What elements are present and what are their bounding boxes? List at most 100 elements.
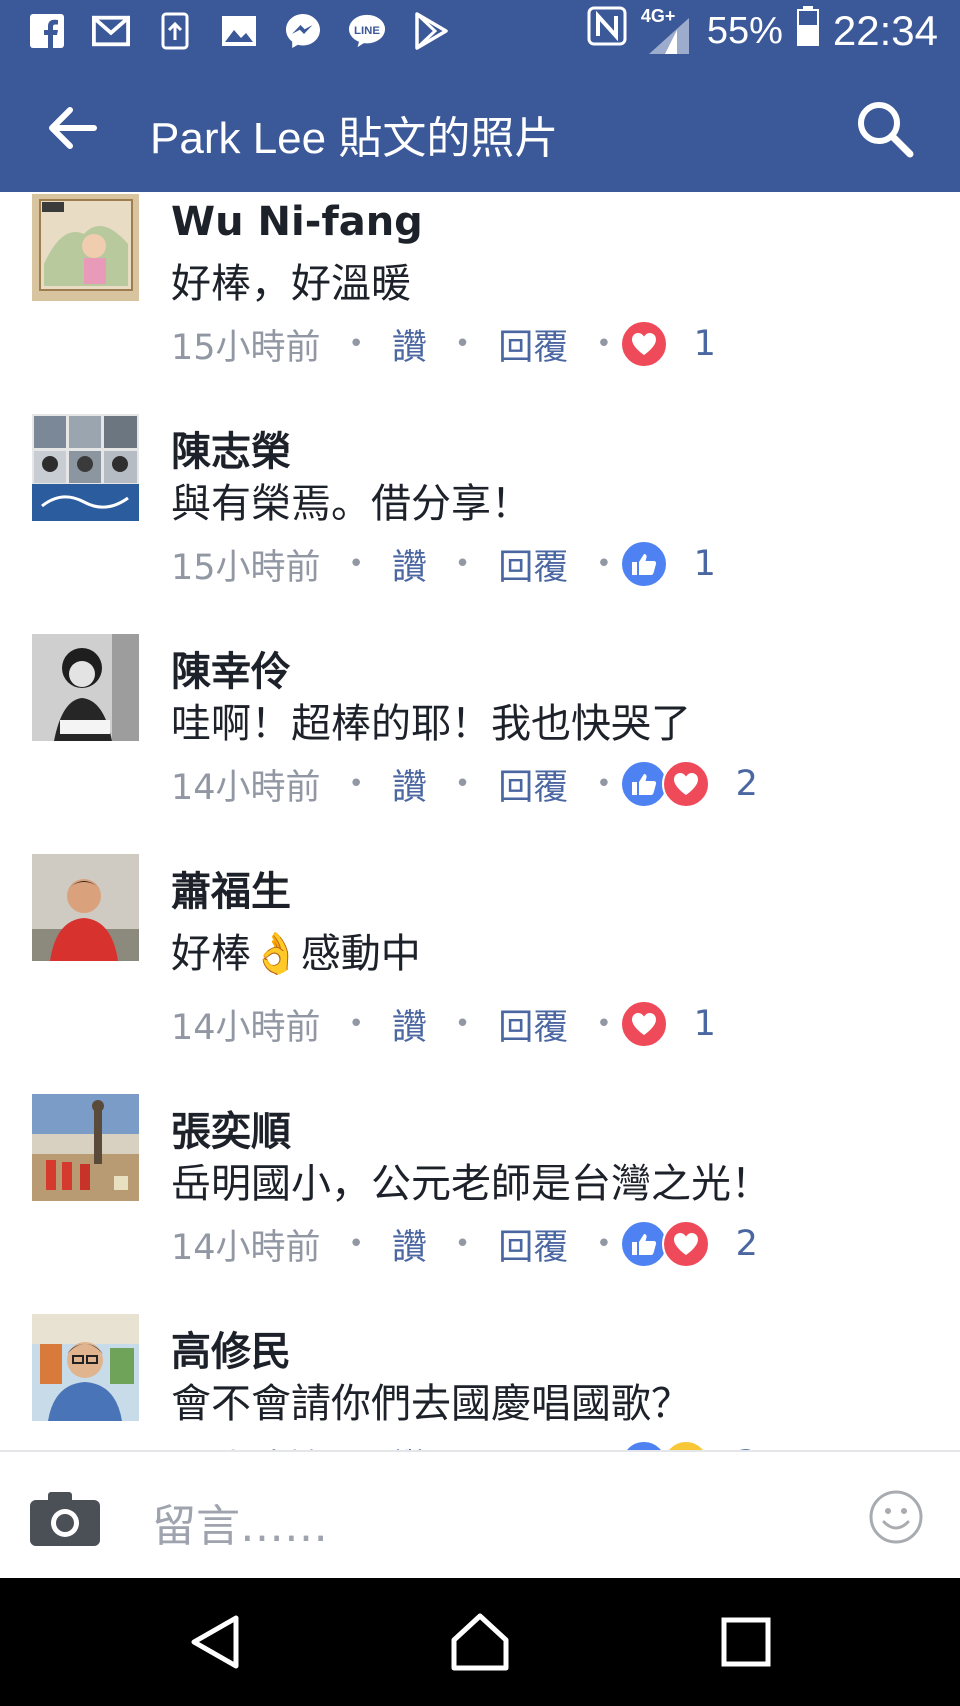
reaction-count[interactable]: 1 [694, 1004, 716, 1044]
reaction-count[interactable]: 1 [694, 544, 716, 584]
comment-meta: 14小時前 • 讚 • 回覆 • 3 [171, 1439, 758, 1450]
comment-input[interactable]: 留言…… [152, 1490, 328, 1554]
clock: 22:34 [832, 7, 938, 54]
commenter-name[interactable]: 陳幸伶 [171, 639, 291, 697]
comment-text: 哇啊！超棒的耶！我也快哭了 [171, 701, 691, 747]
avatar[interactable] [32, 854, 139, 961]
notification-icons: LINE [28, 12, 450, 50]
like-button[interactable]: 讚 [392, 1219, 427, 1270]
comment-item: 張奕順 岳明國小，公元老師是台灣之光！ 14小時前 • 讚 • 回覆 • 2 [0, 1089, 960, 1309]
separator-dot: • [454, 329, 471, 359]
comment-time[interactable]: 15小時前 [171, 319, 321, 370]
gmail-icon [92, 12, 130, 50]
nav-recents-icon[interactable] [714, 1610, 778, 1674]
like-button[interactable]: 讚 [392, 539, 427, 590]
emoji-icon[interactable] [868, 1489, 924, 1545]
like-reaction-icon [619, 1440, 668, 1450]
back-arrow-icon[interactable] [44, 100, 100, 156]
reaction-count[interactable]: 1 [694, 324, 716, 364]
reply-button[interactable]: 回覆 [498, 319, 568, 370]
signal-icon: 4G+ [641, 6, 693, 54]
love-reaction-icon [619, 320, 668, 368]
like-button[interactable]: 讚 [392, 319, 427, 370]
separator-dot: • [348, 1229, 364, 1259]
avatar[interactable] [32, 194, 139, 301]
comment-item: 蕭福生 好棒👌感動中 14小時前 • 讚 • 回覆 • 1 [0, 849, 960, 1069]
like-reaction-icon [619, 1220, 668, 1268]
comments-list[interactable]: Wu Ni-fang 好棒，好溫暖 15小時前 • 讚 • 回覆 • 1 陳志榮… [0, 192, 960, 1450]
commenter-name[interactable]: 高修民 [171, 1319, 291, 1377]
separator-dot: • [348, 329, 364, 359]
reaction-count[interactable]: 2 [736, 764, 758, 804]
like-button[interactable]: 讚 [392, 999, 427, 1050]
reply-button[interactable]: 回覆 [498, 539, 568, 590]
like-button[interactable]: 讚 [392, 1439, 427, 1451]
reactions[interactable] [619, 540, 668, 588]
separator-dot: • [454, 1009, 471, 1039]
svg-text:LINE: LINE [354, 25, 380, 37]
comment-text: 岳明國小，公元老師是台灣之光！ [171, 1161, 771, 1207]
reply-button[interactable]: 回覆 [498, 759, 568, 810]
upload-icon [156, 12, 194, 50]
commenter-name[interactable]: 陳志榮 [171, 419, 291, 477]
separator-dot: • [596, 769, 612, 799]
comment-time[interactable]: 14小時前 [171, 759, 321, 810]
love-reaction-icon [619, 1000, 668, 1048]
separator-dot: • [454, 1229, 471, 1259]
status-bar: LINE 4G+ 55% 22:34 [0, 0, 960, 62]
reply-button[interactable]: 回覆 [498, 1219, 568, 1270]
facebook-icon [28, 12, 66, 50]
reactions[interactable] [619, 760, 710, 808]
love-reaction-icon [661, 760, 710, 808]
battery-percent: 55% [706, 9, 783, 52]
like-button[interactable]: 讚 [392, 759, 427, 810]
commenter-name[interactable]: 張奕順 [171, 1099, 291, 1157]
commenter-name[interactable]: 蕭福生 [171, 859, 291, 917]
gallery-icon [220, 12, 258, 50]
nav-back-icon[interactable] [184, 1610, 248, 1674]
play-store-icon [412, 12, 450, 50]
comment-meta: 14小時前 • 讚 • 回覆 • 1 [171, 999, 716, 1049]
avatar[interactable] [32, 1094, 139, 1201]
comment-time[interactable]: 14小時前 [171, 1439, 321, 1451]
avatar[interactable] [32, 634, 139, 741]
avatar[interactable] [32, 1314, 139, 1421]
separator-dot: • [596, 549, 612, 579]
nav-home-icon[interactable] [448, 1610, 512, 1674]
comment-time[interactable]: 14小時前 [171, 1219, 321, 1270]
commenter-name[interactable]: Wu Ni-fang [171, 199, 423, 245]
separator-dot: • [454, 549, 471, 579]
comment-meta: 15小時前 • 讚 • 回覆 • 1 [171, 319, 716, 369]
reactions[interactable] [619, 1220, 710, 1268]
comment-time[interactable]: 14小時前 [171, 999, 321, 1050]
reactions[interactable] [619, 1440, 710, 1450]
reactions[interactable] [619, 320, 668, 368]
separator-dot: • [596, 1229, 612, 1259]
camera-icon[interactable] [30, 1490, 100, 1546]
comment-text: 會不會請你們去國慶唱國歌？ [171, 1381, 691, 1427]
separator-dot: • [454, 769, 471, 799]
separator-dot: • [596, 1009, 612, 1039]
reactions[interactable] [619, 1000, 668, 1048]
reaction-count[interactable]: 2 [736, 1224, 758, 1264]
separator-dot: • [348, 769, 364, 799]
separator-dot: • [348, 1009, 364, 1039]
comment-item: 高修民 會不會請你們去國慶唱國歌？ 14小時前 • 讚 • 回覆 • 3 [0, 1309, 960, 1450]
comment-item: 陳志榮 與有榮焉。借分享！ 15小時前 • 讚 • 回覆 • 1 [0, 409, 960, 629]
comment-meta: 15小時前 • 讚 • 回覆 • 1 [171, 539, 716, 589]
comment-item: 陳幸伶 哇啊！超棒的耶！我也快哭了 14小時前 • 讚 • 回覆 • 2 [0, 629, 960, 849]
separator-dot: • [596, 329, 612, 359]
comment-meta: 14小時前 • 讚 • 回覆 • 2 [171, 759, 758, 809]
page-title: Park Lee 貼文的照片 [150, 114, 559, 163]
comment-text: 與有榮焉。借分享！ [171, 481, 531, 527]
reply-button[interactable]: 回覆 [498, 1439, 568, 1451]
comment-composer: 留言…… [0, 1450, 960, 1580]
like-reaction-icon [619, 540, 668, 588]
line-icon: LINE [348, 12, 386, 50]
avatar[interactable] [32, 414, 139, 521]
reply-button[interactable]: 回覆 [498, 999, 568, 1050]
separator-dot: • [348, 549, 364, 579]
comment-text: 好棒👌感動中 [171, 931, 421, 977]
comment-time[interactable]: 15小時前 [171, 539, 321, 590]
search-icon[interactable] [854, 98, 916, 160]
